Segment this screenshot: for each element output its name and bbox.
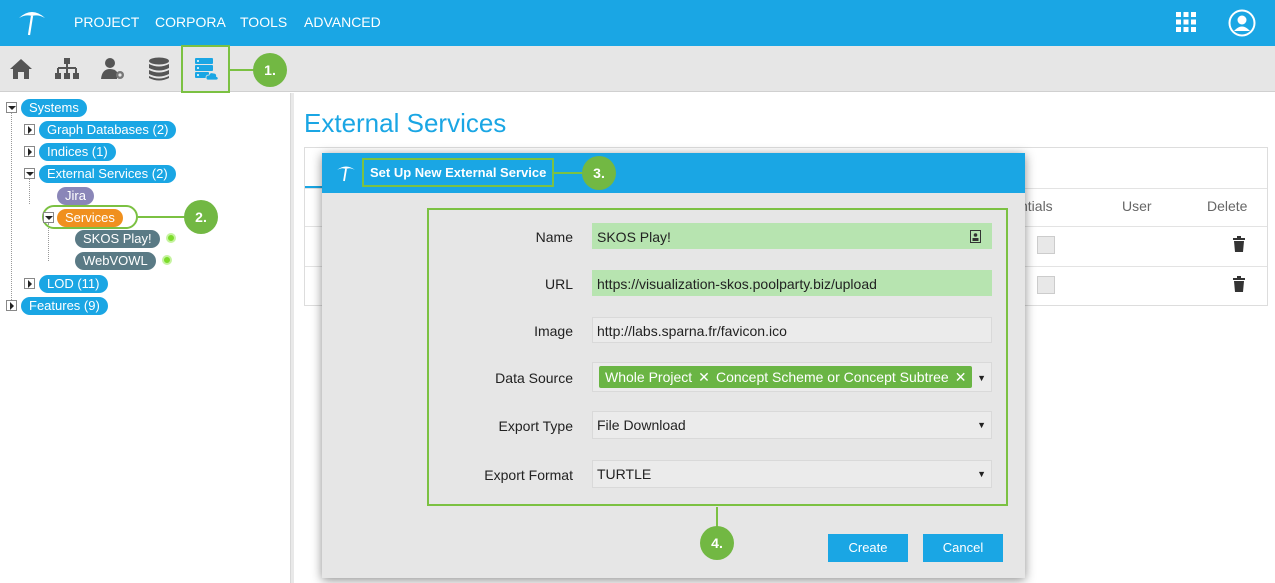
trash-icon[interactable]: [1232, 276, 1246, 292]
new-external-service-dialog: Set Up New External Service Name SKOS Pl…: [322, 153, 1025, 578]
tree-line: [29, 179, 30, 204]
chevron-down-icon[interactable]: ▼: [977, 461, 986, 487]
remove-tag-icon[interactable]: ✕: [698, 369, 710, 385]
external-services-toggle[interactable]: [24, 168, 35, 179]
tag-label: Concept Scheme or Concept Subtree: [716, 369, 949, 385]
panel-splitter[interactable]: [290, 93, 294, 583]
data-source-tag: Concept Scheme or Concept Subtree ✕: [710, 366, 973, 388]
name-label: Name: [535, 229, 573, 245]
tree-node-systems[interactable]: Systems: [21, 99, 87, 117]
callout-connector: [553, 172, 585, 174]
tree-node-lod[interactable]: LOD (11): [39, 275, 108, 293]
indices-toggle[interactable]: [24, 146, 35, 157]
callout-1: 1.: [253, 53, 287, 87]
credentials-checkbox[interactable]: [1037, 236, 1055, 254]
menu-tools[interactable]: TOOLS: [240, 14, 287, 30]
hierarchy-icon[interactable]: [54, 56, 80, 82]
column-header-user: User: [1122, 198, 1152, 214]
cancel-button[interactable]: Cancel: [923, 534, 1003, 562]
status-online-icon: [166, 233, 176, 243]
page-title: External Services: [304, 108, 507, 138]
tree-node-external-services[interactable]: External Services (2): [39, 165, 176, 183]
user-settings-icon[interactable]: [100, 56, 126, 82]
services-toggle[interactable]: [43, 212, 54, 223]
export-type-select[interactable]: File Download ▼: [592, 411, 992, 439]
menu-corpora[interactable]: CORPORA: [155, 14, 226, 30]
export-format-label: Export Format: [484, 467, 573, 483]
toolbar-highlight-box: [181, 45, 230, 93]
image-field[interactable]: http://labs.sparna.fr/favicon.ico: [592, 317, 992, 343]
export-format-select[interactable]: TURTLE ▼: [592, 460, 992, 488]
export-type-value: File Download: [597, 417, 686, 433]
callout-connector: [716, 507, 718, 527]
lod-toggle[interactable]: [24, 278, 35, 289]
tree-line: [11, 113, 12, 306]
database-icon[interactable]: [146, 56, 172, 82]
features-toggle[interactable]: [6, 300, 17, 311]
menu-advanced[interactable]: ADVANCED: [304, 14, 381, 30]
menu-project[interactable]: PROJECT: [74, 14, 139, 30]
column-header-delete: Delete: [1207, 198, 1248, 214]
tree-node-services[interactable]: Services: [57, 209, 123, 227]
tree-node-indices[interactable]: Indices (1): [39, 143, 116, 161]
name-value: SKOS Play!: [597, 229, 671, 245]
callout-2: 2.: [184, 200, 218, 234]
data-source-tag: Whole Project ✕: [599, 366, 716, 388]
umbrella-logo-icon[interactable]: [16, 8, 48, 38]
callout-connector: [138, 216, 186, 218]
url-field[interactable]: https://visualization-skos.poolparty.biz…: [592, 270, 992, 296]
data-source-label: Data Source: [495, 370, 573, 386]
status-online-icon: [162, 255, 172, 265]
credentials-checkbox[interactable]: [1037, 276, 1055, 294]
callout-3: 3.: [582, 156, 616, 190]
name-field[interactable]: SKOS Play!: [592, 223, 992, 249]
image-label: Image: [534, 323, 573, 339]
graph-databases-toggle[interactable]: [24, 124, 35, 135]
tree-line: [48, 223, 49, 261]
callout-connector: [230, 69, 254, 71]
tree-node-skos-play[interactable]: SKOS Play!: [75, 230, 160, 248]
tree-node-webvowl[interactable]: WebVOWL: [75, 252, 156, 270]
trash-icon[interactable]: [1232, 236, 1246, 252]
chevron-down-icon[interactable]: ▼: [977, 412, 986, 438]
remove-tag-icon[interactable]: ✕: [955, 369, 967, 385]
create-button[interactable]: Create: [828, 534, 908, 562]
chevron-down-icon[interactable]: ▼: [977, 365, 986, 391]
umbrella-logo-icon: [337, 166, 355, 182]
apps-grid-icon[interactable]: [1176, 12, 1196, 32]
tree-node-jira[interactable]: Jira: [57, 187, 94, 205]
systems-toggle[interactable]: [6, 102, 17, 113]
export-type-label: Export Type: [498, 418, 573, 434]
export-format-value: TURTLE: [597, 466, 652, 482]
tree-node-features[interactable]: Features (9): [21, 297, 108, 315]
data-source-multiselect[interactable]: Whole Project ✕ Concept Scheme or Concept…: [592, 362, 992, 392]
callout-4: 4.: [700, 526, 734, 560]
dialog-title: Set Up New External Service: [362, 158, 555, 187]
contact-card-icon[interactable]: [970, 230, 981, 243]
tag-label: Whole Project: [605, 369, 693, 385]
dialog-header: Set Up New External Service: [322, 153, 1025, 193]
url-label: URL: [544, 276, 573, 292]
home-icon[interactable]: [8, 56, 34, 82]
user-avatar-icon[interactable]: [1228, 9, 1256, 37]
top-navigation-bar: PROJECT CORPORA TOOLS ADVANCED: [0, 0, 1275, 46]
tree-node-graph-databases[interactable]: Graph Databases (2): [39, 121, 177, 139]
